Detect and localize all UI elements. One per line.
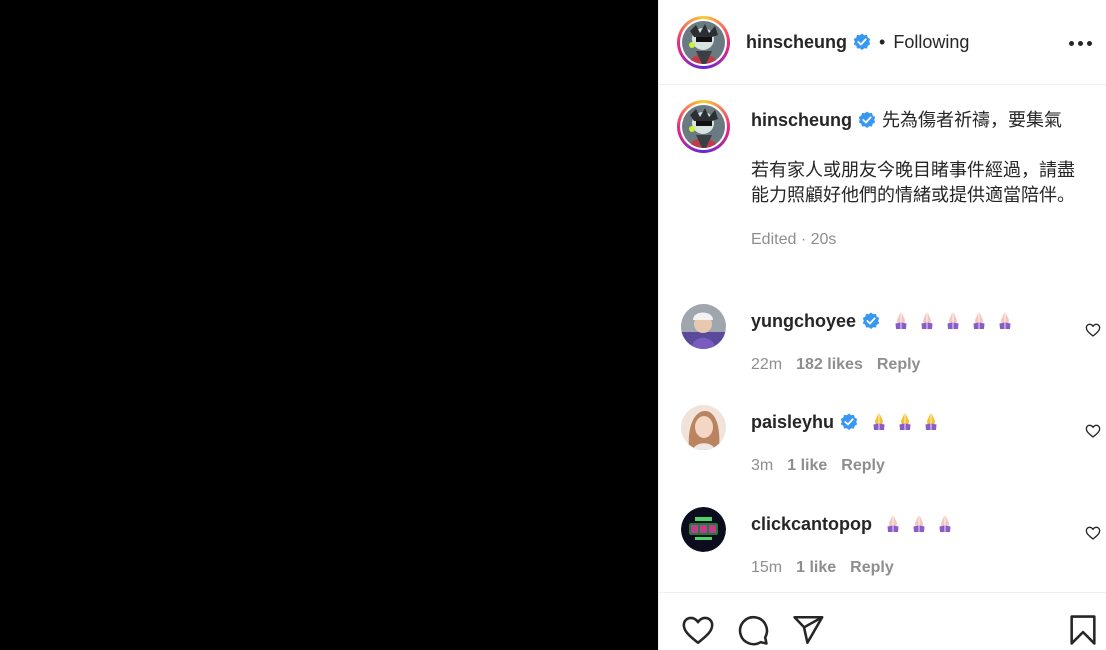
folded-hands-emoji bbox=[973, 312, 985, 329]
separator-dot: • bbox=[879, 31, 886, 52]
send-icon[interactable] bbox=[791, 613, 825, 647]
more-options-icon[interactable] bbox=[1067, 30, 1093, 56]
caption-text-line1: 先為傷者祈禱，要集氣 bbox=[882, 110, 1063, 130]
caption-first-line: hinscheung 先為傷者祈禱，要集氣 bbox=[751, 108, 1091, 133]
comment-likes[interactable]: 1 like bbox=[796, 559, 836, 576]
comment-header: yungchoyee bbox=[751, 310, 1015, 332]
comment-time: 3m bbox=[751, 457, 774, 474]
verified-badge-icon bbox=[840, 413, 858, 430]
folded-hands-emoji bbox=[939, 515, 951, 532]
reply-button[interactable]: Reply bbox=[841, 457, 885, 474]
caption-body: hinscheung 先為傷者祈禱，要集氣 若有家人或朋友今晚目睹事件經過，請盡… bbox=[751, 108, 1091, 252]
heart-icon[interactable] bbox=[1085, 423, 1101, 439]
caption-author-avatar[interactable] bbox=[677, 100, 730, 153]
heart-icon[interactable] bbox=[681, 613, 715, 647]
author-username[interactable]: hinscheung bbox=[746, 32, 847, 53]
post-side-panel: hinscheung • Following hinscheung 先為傷者祈禱… bbox=[658, 0, 1106, 650]
folded-hands-emoji bbox=[873, 413, 885, 430]
comment-likes[interactable]: 182 likes bbox=[796, 356, 863, 373]
folded-hands-emoji bbox=[999, 312, 1011, 329]
post-media[interactable] bbox=[0, 0, 658, 650]
comment-time: 22m bbox=[751, 356, 783, 373]
comment-meta: 3m 1 like Reply bbox=[751, 457, 885, 475]
reply-button[interactable]: Reply bbox=[850, 559, 894, 576]
comment-meta: 22m 182 likes Reply bbox=[751, 356, 920, 374]
comment-username[interactable]: clickcantopop bbox=[751, 514, 872, 534]
caption-username[interactable]: hinscheung bbox=[751, 110, 852, 130]
caption-paragraph: 若有家人或朋友今晚目睹事件經過，請盡能力照顧好他們的情緒或提供適當陪伴。 bbox=[751, 160, 1075, 205]
caption-avatar-image bbox=[682, 105, 725, 148]
comment-emojis bbox=[863, 412, 941, 432]
verified-badge-icon bbox=[862, 312, 880, 329]
comment-time: 15m bbox=[751, 559, 783, 576]
author-avatar[interactable] bbox=[677, 15, 730, 69]
comment-icon[interactable] bbox=[736, 613, 770, 647]
folded-hands-emoji bbox=[895, 312, 907, 329]
post-header: hinscheung • Following bbox=[659, 0, 1106, 85]
caption-meta: Edited · 20s bbox=[751, 231, 837, 248]
post-action-bar bbox=[659, 592, 1106, 650]
commenter-avatar[interactable] bbox=[681, 507, 726, 552]
comment-emojis bbox=[877, 514, 955, 534]
verified-badge-icon bbox=[858, 111, 876, 128]
bookmark-icon[interactable] bbox=[1066, 613, 1100, 647]
comment-emojis bbox=[885, 311, 1015, 331]
comment-item: paisleyhu 3m 1 like Reply bbox=[681, 405, 1101, 485]
folded-hands-emoji bbox=[899, 413, 911, 430]
comment-header: clickcantopop bbox=[751, 513, 955, 535]
comment-likes[interactable]: 1 like bbox=[787, 457, 827, 474]
author-avatar-image bbox=[682, 20, 725, 64]
commenter-avatar[interactable] bbox=[681, 304, 726, 349]
verified-badge-icon bbox=[853, 33, 871, 50]
commenter-avatar[interactable] bbox=[681, 405, 726, 450]
comment-meta: 15m 1 like Reply bbox=[751, 559, 894, 577]
heart-icon[interactable] bbox=[1085, 322, 1101, 338]
folded-hands-emoji bbox=[921, 312, 933, 329]
folded-hands-emoji bbox=[887, 515, 899, 532]
folded-hands-emoji bbox=[947, 312, 959, 329]
reply-button[interactable]: Reply bbox=[877, 356, 921, 373]
comment-username[interactable]: paisleyhu bbox=[751, 412, 834, 432]
comment-header: paisleyhu bbox=[751, 411, 941, 433]
comment-item: yungchoyee 22m 182 likes Reply bbox=[681, 304, 1101, 384]
heart-icon[interactable] bbox=[1085, 525, 1101, 541]
folded-hands-emoji bbox=[925, 413, 937, 430]
folded-hands-emoji bbox=[913, 515, 925, 532]
following-button[interactable]: Following bbox=[893, 32, 969, 53]
comment-item: clickcantopop 15m 1 like Reply bbox=[681, 507, 1101, 587]
comment-username[interactable]: yungchoyee bbox=[751, 311, 856, 331]
